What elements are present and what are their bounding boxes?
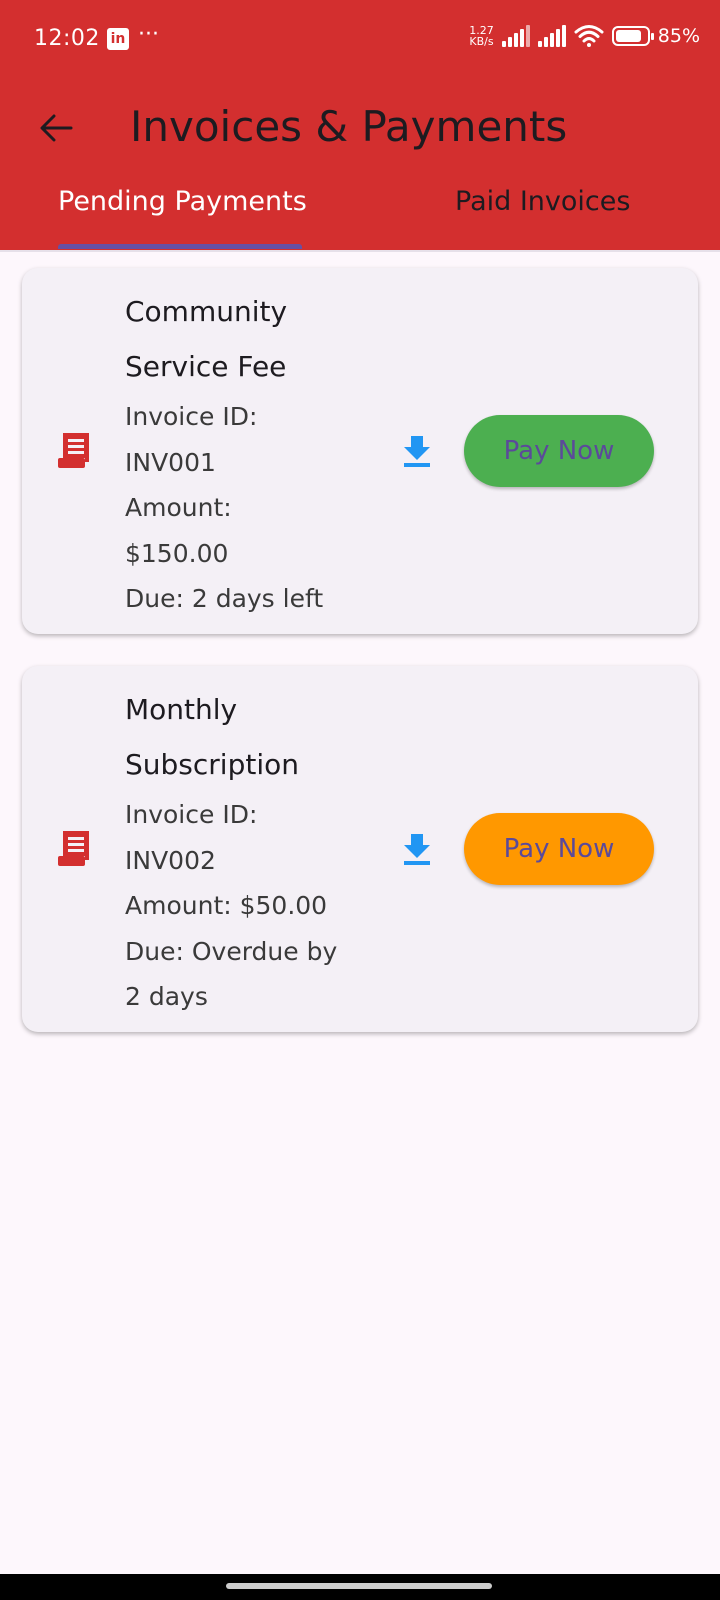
status-time: 12:02 <box>34 26 100 51</box>
invoice-details: Monthly Subscription Invoice ID: INV002 … <box>125 682 370 1020</box>
pay-now-button[interactable]: Pay Now <box>464 813 654 885</box>
invoice-amount-label: Amount: <box>125 493 232 522</box>
tab-bar: Pending Payments Paid Invoices <box>0 172 720 252</box>
receipt-icon <box>58 831 89 866</box>
invoice-title-line1: Community <box>125 295 288 328</box>
tab-indicator <box>58 244 302 249</box>
signal-icon-2 <box>537 25 566 47</box>
battery-icon <box>611 26 654 46</box>
invoice-amount: Amount: $50.00 <box>125 891 328 920</box>
invoice-id-label: Invoice ID: <box>125 800 258 829</box>
invoice-amount-value: $150.00 <box>125 538 229 568</box>
invoice-due-line1: Due: Overdue by <box>125 936 338 966</box>
download-icon[interactable] <box>402 434 432 468</box>
linkedin-notification-icon: in <box>107 28 129 50</box>
network-speed-unit: KB/s <box>469 35 494 48</box>
network-speed: 1.27 KB/s <box>469 25 494 47</box>
invoice-id-value: INV001 <box>125 447 216 477</box>
invoice-due: Due: 2 days left <box>125 584 324 613</box>
invoice-details: Community Service Fee Invoice ID: INV001… <box>125 284 370 622</box>
invoice-due-line2: 2 days <box>125 982 208 1011</box>
arrow-back-icon <box>40 114 73 142</box>
invoice-card: Community Service Fee Invoice ID: INV001… <box>22 268 698 634</box>
pay-now-button[interactable]: Pay Now <box>464 415 654 487</box>
tab-pending-payments[interactable]: Pending Payments <box>58 186 307 217</box>
invoice-title-line1: Monthly <box>125 693 238 726</box>
tabs-divider <box>0 250 720 252</box>
invoice-title-line2: Subscription <box>125 748 299 781</box>
wifi-icon <box>574 25 604 47</box>
home-indicator[interactable] <box>226 1583 492 1589</box>
download-icon[interactable] <box>402 832 432 866</box>
receipt-icon <box>58 433 89 468</box>
invoice-id-label: Invoice ID: <box>125 402 258 431</box>
invoice-card: Monthly Subscription Invoice ID: INV002 … <box>22 666 698 1032</box>
status-bar: 12:02 in ··· 1.27 KB/s 85% <box>0 0 720 84</box>
status-indicators: 1.27 KB/s 85% <box>469 24 700 48</box>
app-bar: Invoices & Payments <box>0 84 720 172</box>
back-button[interactable] <box>26 98 86 158</box>
more-notifications-icon: ··· <box>138 22 159 47</box>
battery-level: 85% <box>657 25 700 47</box>
invoice-id-value: INV002 <box>125 845 216 875</box>
page-title: Invoices & Payments <box>130 102 568 151</box>
invoice-title-line2: Service Fee <box>125 350 287 383</box>
signal-icon <box>501 25 530 47</box>
tab-paid-invoices[interactable]: Paid Invoices <box>455 186 630 217</box>
system-nav-bar <box>0 1574 720 1600</box>
